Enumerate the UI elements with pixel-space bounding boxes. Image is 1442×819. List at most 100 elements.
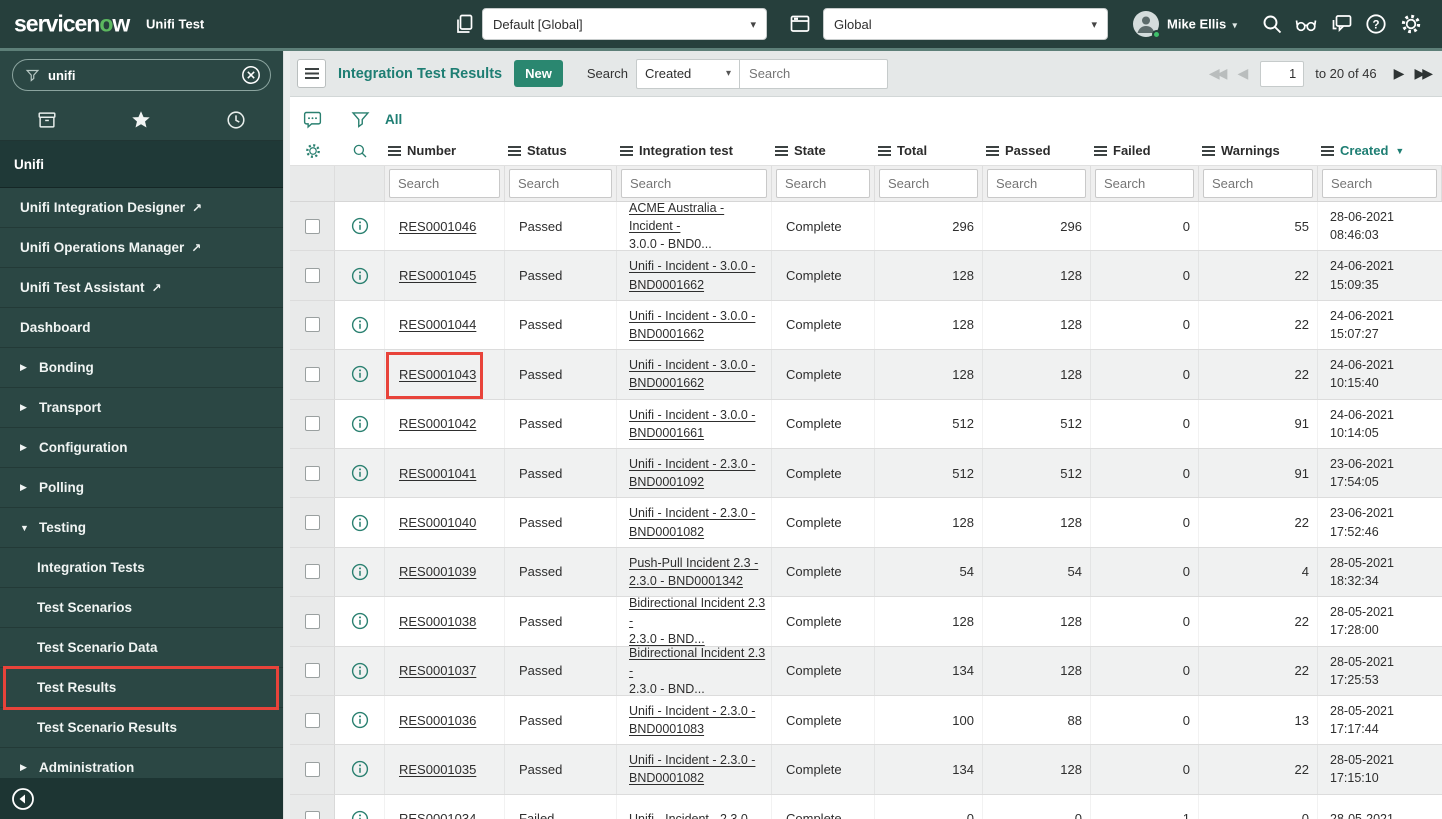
history-tab[interactable] <box>189 109 283 131</box>
collapse-navigator-icon[interactable] <box>10 786 36 812</box>
integration-test-link[interactable]: ACME Australia - Incident -3.0.0 - BND0.… <box>629 202 771 250</box>
row-checkbox[interactable] <box>305 466 320 481</box>
row-checkbox[interactable] <box>305 416 320 431</box>
number-link[interactable]: RES0001043 <box>399 367 476 382</box>
info-icon[interactable] <box>351 563 369 581</box>
row-checkbox[interactable] <box>305 515 320 530</box>
number-link[interactable]: RES0001034 <box>399 811 476 819</box>
row-checkbox[interactable] <box>305 713 320 728</box>
number-link[interactable]: RES0001035 <box>399 762 476 777</box>
breadcrumb-all[interactable]: All <box>385 112 1442 127</box>
connect-sidebar-icon[interactable] <box>452 12 476 36</box>
row-checkbox[interactable] <box>305 811 320 819</box>
column-search-input-state[interactable] <box>776 169 870 198</box>
info-icon[interactable] <box>351 415 369 433</box>
column-search-input-created[interactable] <box>1322 169 1437 198</box>
sidebar-item-dashboard[interactable]: Dashboard <box>0 308 283 348</box>
column-header-total[interactable]: Total <box>875 143 983 158</box>
page-number-input[interactable] <box>1260 61 1304 87</box>
favorites-tab[interactable] <box>94 109 188 131</box>
all-applications-tab[interactable] <box>0 109 94 131</box>
number-link[interactable]: RES0001045 <box>399 268 476 283</box>
impersonate-glasses-icon[interactable] <box>1294 12 1318 36</box>
sidebar-item-test-scenario-data[interactable]: Test Scenario Data <box>0 628 283 668</box>
info-icon[interactable] <box>351 711 369 729</box>
next-page-button[interactable]: ▶ <box>1392 65 1404 82</box>
navigator-scrollbar[interactable] <box>283 51 290 819</box>
avatar[interactable] <box>1133 11 1159 37</box>
number-link[interactable]: RES0001038 <box>399 614 476 629</box>
sidebar-item-unifi-integration-designer[interactable]: Unifi Integration Designer ↗ <box>0 188 283 228</box>
number-link[interactable]: RES0001040 <box>399 515 476 530</box>
clear-filter-icon[interactable] <box>240 64 262 86</box>
sidebar-item-bonding[interactable]: ▶ Bonding <box>0 348 283 388</box>
sidebar-item-test-results[interactable]: Test Results <box>0 668 283 708</box>
info-icon[interactable] <box>351 810 369 819</box>
sidebar-item-test-scenario-results[interactable]: Test Scenario Results <box>0 708 283 748</box>
number-link[interactable]: RES0001044 <box>399 317 476 332</box>
info-icon[interactable] <box>351 316 369 334</box>
column-header-integration-test[interactable]: Integration test <box>617 143 772 158</box>
info-icon[interactable] <box>351 662 369 680</box>
integration-test-link[interactable]: Unifi - Incident - 2.3.0 - <box>629 810 755 819</box>
column-search-input-status[interactable] <box>509 169 612 198</box>
sidebar-item-unifi-operations-manager[interactable]: Unifi Operations Manager ↗ <box>0 228 283 268</box>
row-checkbox[interactable] <box>305 268 320 283</box>
info-icon[interactable] <box>351 760 369 778</box>
conversations-icon[interactable] <box>1330 12 1354 36</box>
integration-test-link[interactable]: Unifi - Incident - 3.0.0 -BND0001662 <box>629 356 755 392</box>
sidebar-item-integration-tests[interactable]: Integration Tests <box>0 548 283 588</box>
info-icon[interactable] <box>351 267 369 285</box>
info-icon[interactable] <box>351 464 369 482</box>
update-set-picker-icon[interactable] <box>788 12 812 36</box>
number-link[interactable]: RES0001036 <box>399 713 476 728</box>
integration-test-link[interactable]: Unifi - Incident - 3.0.0 -BND0001661 <box>629 406 755 442</box>
search-field-select[interactable]: Created ▾ <box>636 59 740 89</box>
integration-test-link[interactable]: Push-Pull Incident 2.3 -2.3.0 - BND00013… <box>629 554 758 590</box>
help-icon[interactable]: ? <box>1364 12 1388 36</box>
integration-test-link[interactable]: Unifi - Incident - 2.3.0 -BND0001092 <box>629 455 755 491</box>
integration-test-link[interactable]: Unifi - Incident - 3.0.0 -BND0001662 <box>629 257 755 293</box>
row-checkbox[interactable] <box>305 564 320 579</box>
column-search-input-warnings[interactable] <box>1203 169 1313 198</box>
list-search-input[interactable] <box>740 59 888 89</box>
integration-test-link[interactable]: Unifi - Incident - 3.0.0 -BND0001662 <box>629 307 755 343</box>
sidebar-item-test-scenarios[interactable]: Test Scenarios <box>0 588 283 628</box>
last-page-button[interactable]: ▶▶ <box>1412 65 1432 82</box>
column-header-status[interactable]: Status <box>505 143 617 158</box>
global-search-icon[interactable] <box>1260 12 1284 36</box>
integration-test-link[interactable]: Bidirectional Incident 2.3 -2.3.0 - BND.… <box>629 597 771 645</box>
row-checkbox[interactable] <box>305 317 320 332</box>
integration-test-link[interactable]: Unifi - Incident - 2.3.0 -BND0001083 <box>629 702 755 738</box>
sidebar-item-configuration[interactable]: ▶ Configuration <box>0 428 283 468</box>
column-search-input-failed[interactable] <box>1095 169 1194 198</box>
number-link[interactable]: RES0001046 <box>399 219 476 234</box>
row-checkbox[interactable] <box>305 762 320 777</box>
column-search-input-number[interactable] <box>389 169 500 198</box>
integration-test-link[interactable]: Bidirectional Incident 2.3 -2.3.0 - BND.… <box>629 647 771 695</box>
sidebar-item-transport[interactable]: ▶ Transport <box>0 388 283 428</box>
navigator-filter-input[interactable] <box>48 68 240 83</box>
row-checkbox[interactable] <box>305 663 320 678</box>
info-icon[interactable] <box>351 365 369 383</box>
number-link[interactable]: RES0001042 <box>399 416 476 431</box>
number-link[interactable]: RES0001041 <box>399 466 476 481</box>
column-search-input-total[interactable] <box>879 169 978 198</box>
row-checkbox[interactable] <box>305 614 320 629</box>
info-icon[interactable] <box>351 514 369 532</box>
column-search-input-passed[interactable] <box>987 169 1086 198</box>
info-icon[interactable] <box>351 612 369 630</box>
list-chat-icon[interactable] <box>290 109 335 130</box>
column-header-failed[interactable]: Failed <box>1091 143 1199 158</box>
info-icon[interactable] <box>351 217 369 235</box>
application-picker[interactable]: Default [Global] ▾ <box>482 8 767 40</box>
column-header-state[interactable]: State <box>772 143 875 158</box>
first-page-button[interactable]: ◀◀ <box>1207 65 1227 82</box>
sidebar-item-unifi-test-assistant[interactable]: Unifi Test Assistant ↗ <box>0 268 283 308</box>
servicenow-logo[interactable]: servicenow <box>14 11 129 38</box>
update-set-picker[interactable]: Global ▾ <box>823 8 1108 40</box>
filter-funnel-icon[interactable] <box>335 109 385 130</box>
column-header-created[interactable]: Created ▼ <box>1318 143 1442 158</box>
list-title[interactable]: Integration Test Results <box>338 66 502 82</box>
list-context-menu-button[interactable] <box>297 59 326 88</box>
